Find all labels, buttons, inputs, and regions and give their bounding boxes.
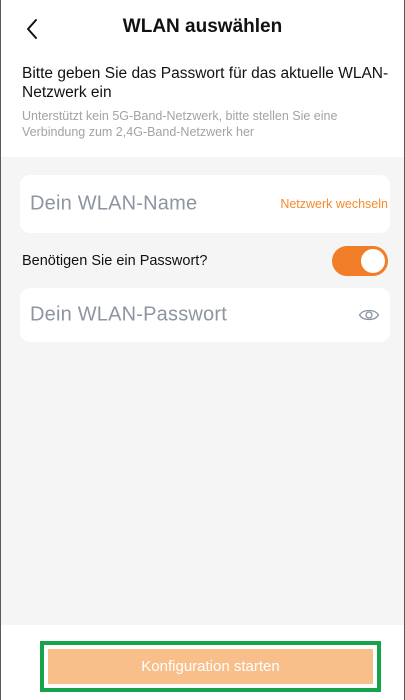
wifi-password-placeholder: Dein WLAN-Passwort <box>30 303 227 326</box>
password-required-row: Benötigen Sie ein Passwort? <box>22 233 390 288</box>
footer: Konfiguration starten <box>1 625 404 700</box>
toggle-knob <box>361 248 385 273</box>
screen: WLAN auswählen Bitte geben Sie das Passw… <box>0 0 405 700</box>
band-hint-text: Unterstützt kein 5G-Band-Netzwerk, bitte… <box>22 109 338 139</box>
start-button-highlight: Konfiguration starten <box>40 641 381 692</box>
wifi-password-field[interactable]: Dein WLAN-Passwort <box>20 288 390 342</box>
start-configuration-button[interactable]: Konfiguration starten <box>48 649 373 684</box>
show-password-button[interactable] <box>358 307 380 323</box>
password-required-label: Benötigen Sie ein Passwort? <box>22 252 208 269</box>
password-required-toggle[interactable] <box>332 245 388 276</box>
eye-icon <box>358 309 380 321</box>
header: WLAN auswählen <box>1 0 404 56</box>
form-area: Dein WLAN-Name Netzwerk wechseln Benötig… <box>1 157 404 625</box>
wifi-name-field[interactable]: Dein WLAN-Name Netzwerk wechseln <box>20 175 390 233</box>
instructions: Bitte geben Sie das Passwort für das akt… <box>22 64 390 140</box>
instruction-text: Bitte geben Sie das Passwort für das akt… <box>22 65 389 101</box>
page-title: WLAN auswählen <box>122 16 283 37</box>
switch-network-link[interactable]: Netzwerk wechseln <box>280 197 388 211</box>
wifi-name-placeholder: Dein WLAN-Name <box>30 192 198 215</box>
